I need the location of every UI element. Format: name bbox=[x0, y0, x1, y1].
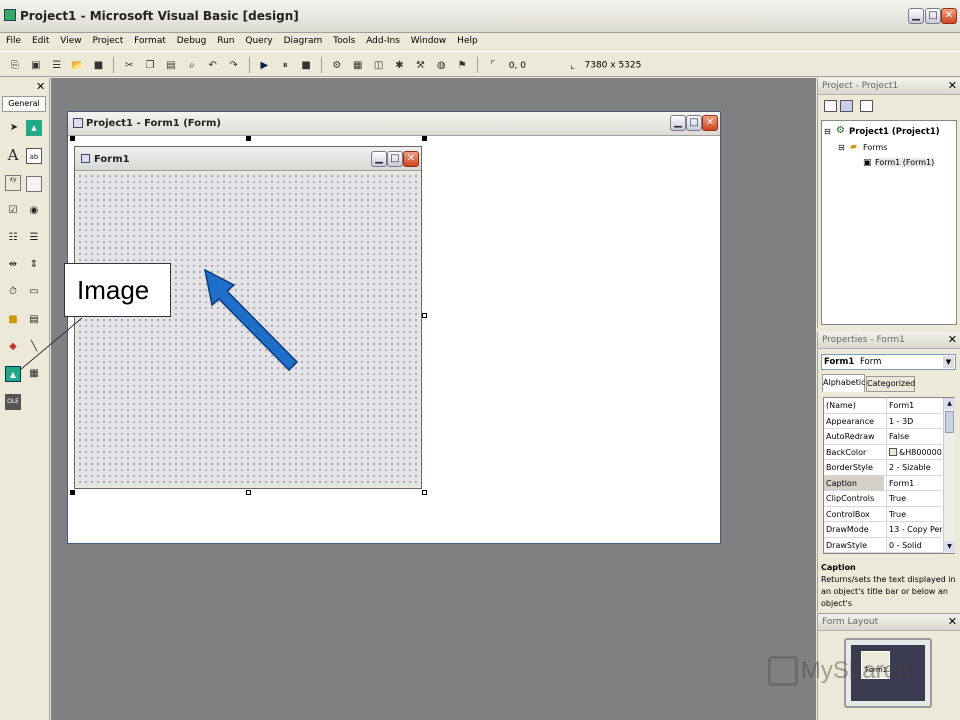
property-description: Caption Returns/sets the text displayed … bbox=[821, 562, 958, 608]
property-row[interactable]: DrawMode 13 - Copy Pen bbox=[824, 522, 942, 538]
callout-leader-line bbox=[19, 317, 83, 371]
property-value[interactable]: False bbox=[886, 429, 942, 444]
property-value[interactable]: Form1 bbox=[886, 475, 942, 491]
property-value: &H8000000F bbox=[899, 447, 942, 457]
property-row[interactable]: Appearance 1 - 3D bbox=[824, 413, 942, 429]
project-explorer-title: Project - Project1 bbox=[822, 81, 899, 91]
form-layout-close-icon[interactable]: ✕ bbox=[948, 615, 957, 628]
description-title: Caption bbox=[821, 563, 856, 572]
property-row[interactable]: DrawStyle 0 - Solid bbox=[824, 537, 942, 553]
object-selector-type: Form bbox=[859, 357, 882, 367]
property-name: ControlBox bbox=[826, 509, 870, 519]
property-value[interactable]: True bbox=[886, 491, 942, 506]
tree-forms-folder[interactable]: Forms bbox=[863, 143, 887, 152]
properties-panel: Properties - Form1 ✕ Form1 Form ▼ Alphab… bbox=[817, 332, 960, 612]
tab-categorized[interactable]: Categorized bbox=[866, 376, 915, 392]
project-icon: ⚙ bbox=[836, 125, 845, 136]
folder-icon: ▰ bbox=[850, 142, 857, 152]
property-name: BorderStyle bbox=[826, 463, 873, 472]
property-value[interactable]: 1 - 3D bbox=[886, 413, 942, 429]
property-row[interactable]: ClipControls True bbox=[824, 491, 942, 507]
callout-overlay bbox=[19, 268, 299, 372]
property-value[interactable]: 0 - Solid bbox=[886, 537, 942, 553]
color-swatch bbox=[889, 448, 897, 456]
scroll-up-icon[interactable]: ▲ bbox=[944, 398, 955, 409]
property-row[interactable]: ControlBox True bbox=[824, 506, 942, 522]
property-row[interactable]: BorderStyle 2 - Sizable bbox=[824, 460, 942, 476]
property-name: Appearance bbox=[826, 416, 875, 426]
collapse-icon[interactable]: ⊟ bbox=[824, 127, 831, 136]
object-selector[interactable]: Form1 Form ▼ bbox=[821, 354, 956, 370]
image-callout-label: Image bbox=[77, 275, 150, 305]
property-name: BackColor bbox=[826, 447, 867, 457]
property-row[interactable]: (Name) Form1 bbox=[824, 398, 942, 414]
properties-close-icon[interactable]: ✕ bbox=[948, 333, 957, 346]
properties-grid: (Name) Form1 Appearance 1 - 3D AutoRedraw F… bbox=[823, 397, 955, 554]
form-icon: ▣ bbox=[863, 158, 872, 168]
tree-project-root[interactable]: Project1 (Project1) bbox=[849, 127, 940, 137]
properties-title: Properties - Form1 bbox=[822, 335, 905, 345]
pointer-arrow bbox=[203, 268, 299, 372]
properties-header: Properties - Form1 ✕ bbox=[818, 332, 960, 349]
property-name: ClipControls bbox=[826, 494, 875, 503]
view-object-icon[interactable] bbox=[840, 100, 853, 112]
form-layout-title: Form Layout bbox=[822, 617, 879, 627]
property-name: DrawStyle bbox=[826, 540, 867, 550]
description-text: Returns/sets the text displayed in an ob… bbox=[821, 575, 956, 608]
property-row-selected[interactable]: Caption Form1 bbox=[824, 475, 942, 491]
property-row[interactable]: AutoRedraw False bbox=[824, 429, 942, 445]
properties-scrollbar[interactable]: ▲ ▼ bbox=[943, 398, 955, 553]
property-name: (Name) bbox=[826, 401, 856, 410]
property-row[interactable]: BackColor&H8000000F bbox=[824, 444, 942, 460]
object-selector-name: Form1 bbox=[824, 357, 855, 367]
property-name: DrawMode bbox=[826, 525, 869, 534]
property-value[interactable]: True bbox=[886, 506, 942, 522]
project-explorer-close-icon[interactable]: ✕ bbox=[948, 79, 957, 92]
scroll-thumb[interactable] bbox=[945, 411, 954, 433]
watermark-text: MyShared bbox=[800, 657, 911, 684]
watermark-logo-icon bbox=[768, 656, 798, 686]
watermark: MyShared bbox=[768, 656, 910, 686]
view-code-icon[interactable] bbox=[824, 100, 837, 112]
property-name: AutoRedraw bbox=[826, 432, 875, 441]
tab-alphabetic[interactable]: Alphabetic bbox=[822, 374, 866, 392]
project-explorer-panel: Project - Project1 ✕ ⊟ ⚙ Project1 (Proje… bbox=[817, 78, 960, 328]
property-value[interactable]: 13 - Copy Pen bbox=[886, 522, 942, 537]
property-name: Caption bbox=[824, 475, 884, 491]
chevron-down-icon[interactable]: ▼ bbox=[943, 356, 954, 368]
property-value[interactable]: Form1 bbox=[886, 398, 942, 413]
form-layout-header: Form Layout ✕ bbox=[818, 614, 960, 631]
toggle-folders-icon[interactable] bbox=[860, 100, 873, 112]
property-value-color[interactable]: &H8000000F bbox=[886, 444, 942, 460]
tree-form1-item[interactable]: Form1 (Form1) bbox=[875, 158, 935, 167]
collapse-icon[interactable]: ⊟ bbox=[838, 143, 845, 152]
property-value[interactable]: 2 - Sizable bbox=[886, 460, 942, 475]
project-explorer-header: Project - Project1 ✕ bbox=[818, 78, 960, 95]
scroll-down-icon[interactable]: ▼ bbox=[944, 541, 955, 552]
